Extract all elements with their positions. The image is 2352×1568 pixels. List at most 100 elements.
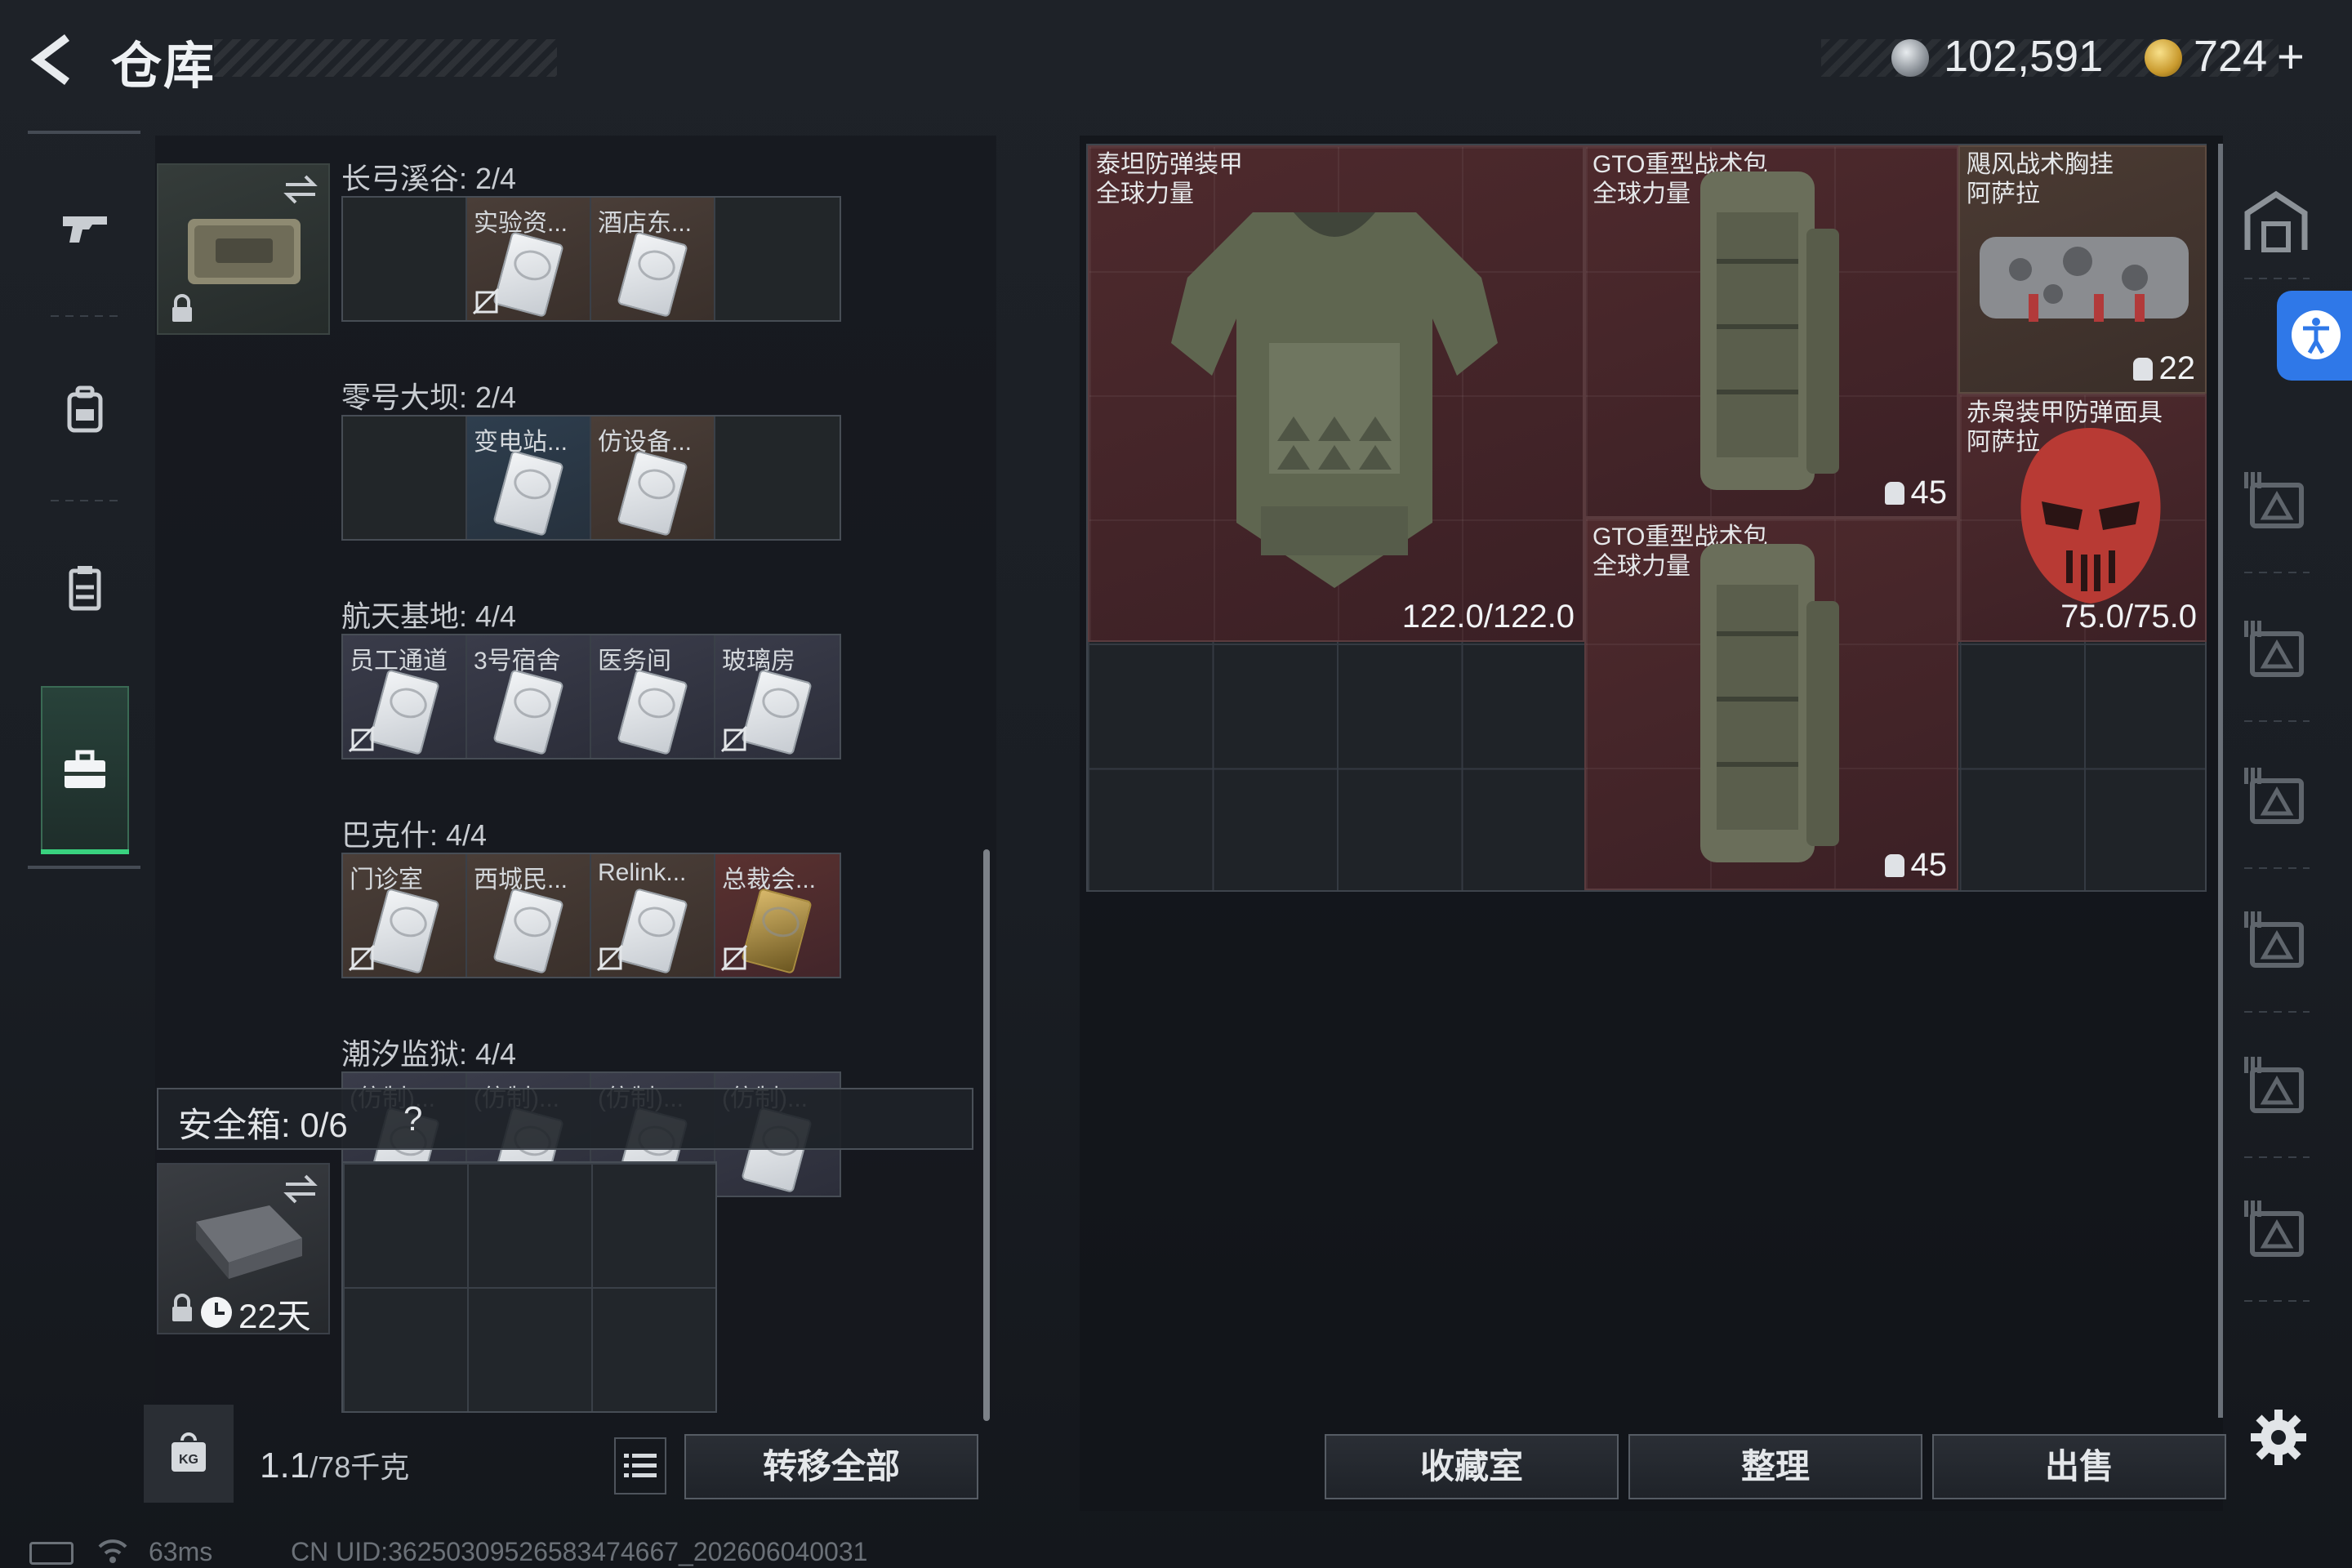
- transfer-all-button[interactable]: 转移全部: [684, 1434, 978, 1499]
- chest-rig-icon: [1980, 237, 2189, 322]
- key-case-container[interactable]: [157, 163, 330, 335]
- key-section-label: 航天基地: 4/4: [341, 599, 517, 633]
- accessibility-button[interactable]: [2277, 291, 2352, 381]
- key-section-label: 巴克什: 4/4: [341, 818, 488, 852]
- empty-key-slot[interactable]: [715, 416, 840, 539]
- empty-key-slot[interactable]: [715, 198, 840, 320]
- key-card-slot[interactable]: 3号宿舍: [467, 635, 591, 758]
- key-card-slot[interactable]: 门诊室: [343, 854, 467, 977]
- nav-item-equipment[interactable]: [42, 368, 127, 452]
- safe-box-label: 安全箱: 0/6: [178, 1106, 348, 1144]
- key-section-grid: 员工通道 3号宿舍 医务间 玻璃房: [341, 634, 841, 760]
- storage-tier-4-tab-icon[interactable]: [2239, 1194, 2313, 1267]
- weight-icon: KG: [172, 1432, 206, 1472]
- weight-unit: /78千克: [310, 1450, 410, 1484]
- battery-icon: [29, 1542, 74, 1565]
- key-card-slot[interactable]: 总裁会...: [715, 854, 840, 977]
- stash-item-chest-rig[interactable]: 飓风战术胸挂 阿萨拉 22: [1958, 145, 2207, 394]
- settings-gear-icon[interactable]: [2249, 1408, 2308, 1467]
- key-card-icon: [617, 231, 688, 318]
- safe-box-grid[interactable]: [341, 1161, 717, 1413]
- add-currency-button[interactable]: +: [2277, 29, 2305, 84]
- title-decoration: [214, 39, 557, 77]
- item-name: 飓风战术胸挂 阿萨拉: [1967, 151, 2114, 207]
- sort-button[interactable]: 整理: [1628, 1434, 1922, 1499]
- key-card-slot[interactable]: 酒店东...: [591, 198, 715, 320]
- key-card-slot[interactable]: 医务间: [591, 635, 715, 758]
- key-card-name: 门诊室: [350, 866, 423, 893]
- stash-item-backpack-2[interactable]: GTO重型战术包 全球力量 45: [1584, 518, 1958, 890]
- collection-room-button[interactable]: 收藏室: [1325, 1434, 1619, 1499]
- key-section-grid: 变电站... 仿设备...: [341, 415, 841, 541]
- key-card-name: 变电站...: [474, 429, 568, 456]
- backpack-tier-3-tab-icon[interactable]: [2239, 466, 2313, 539]
- chest-rig-small-icon: [2132, 357, 2153, 381]
- rail-separator: [2244, 572, 2310, 573]
- safe-box-help-button[interactable]: ?: [403, 1099, 422, 1138]
- key-card-slot[interactable]: Relink...: [591, 854, 715, 977]
- weight-readout: 1.1/78千克: [260, 1444, 409, 1486]
- key-card-slot[interactable]: 西城民...: [467, 854, 591, 977]
- network-ping: 63ms: [149, 1537, 213, 1566]
- no-drop-icon: [348, 725, 376, 753]
- key-section-grid: 实验资... 酒店东...: [341, 196, 841, 322]
- key-card-name: 西城民...: [474, 866, 568, 893]
- key-card-name: 员工通道: [350, 648, 448, 675]
- stash-item-mask[interactable]: 赤枭装甲防弹面具 阿萨拉 75.0/75.0: [1958, 394, 2207, 642]
- no-drop-icon: [348, 944, 376, 972]
- key-card-name: 医务间: [598, 648, 671, 675]
- key-card-slot[interactable]: 员工通道: [343, 635, 467, 758]
- gun-icon: [63, 216, 107, 243]
- list-view-button[interactable]: [614, 1437, 666, 1494]
- key-card-slot[interactable]: 实验资...: [467, 198, 591, 320]
- silver-currency-amount: 102,591: [1944, 32, 2104, 81]
- svg-text:KG: KG: [179, 1453, 198, 1467]
- helmet-tier-3-tab-icon[interactable]: [2239, 761, 2313, 835]
- user-uid: CN UID:3625030952658347466​7_20260604003…: [291, 1537, 868, 1566]
- weapon-tier-5-tab-icon[interactable]: [2239, 1050, 2313, 1124]
- clipboard-icon: [69, 566, 101, 611]
- empty-key-slot[interactable]: [343, 416, 467, 539]
- key-card-icon: [617, 669, 688, 755]
- rail-separator: [2244, 278, 2310, 279]
- key-card-slot[interactable]: 变电站...: [467, 416, 591, 539]
- scrollbar[interactable]: [983, 849, 990, 1421]
- back-arrow-icon[interactable]: [24, 31, 82, 88]
- item-durability: 75.0/75.0: [2060, 599, 2197, 635]
- rail-separator: [2244, 720, 2310, 722]
- sell-button[interactable]: 出售: [1932, 1434, 2226, 1499]
- bag-icon: [1884, 481, 1904, 505]
- swap-icon[interactable]: [283, 173, 318, 206]
- nav-separator: [51, 315, 119, 317]
- key-card-icon: [492, 450, 564, 537]
- nav-active-indicator: [41, 849, 129, 854]
- body-armor-icon: [1171, 212, 1498, 588]
- key-card-slot[interactable]: 玻璃房: [715, 635, 840, 758]
- no-drop-icon: [472, 287, 500, 315]
- weight-panel: KG: [144, 1405, 234, 1503]
- backpack-icon: [1700, 172, 1839, 490]
- swap-icon[interactable]: [283, 1173, 318, 1205]
- key-card-slot[interactable]: 仿设备...: [591, 416, 715, 539]
- backpack-icon: [67, 385, 103, 433]
- storage-tab-icon[interactable]: [2239, 185, 2313, 258]
- toolbox-icon-wrap: [42, 728, 127, 813]
- no-drop-icon: [720, 944, 748, 972]
- accessibility-icon: [2292, 310, 2341, 359]
- key-card-name: 仿设备...: [598, 429, 693, 456]
- stash-item-backpack-1[interactable]: GTO重型战术包 全球力量 45: [1584, 145, 1958, 518]
- nav-bottom-line: [28, 866, 140, 869]
- clock-icon: [201, 1297, 232, 1328]
- rail-separator: [2244, 1011, 2310, 1013]
- capacity-value: 45: [1910, 474, 1948, 510]
- toolbox-icon: [65, 750, 105, 788]
- key-card-name: 实验资...: [474, 210, 568, 237]
- stash-item-body-armor[interactable]: 泰坦防弹装甲 全球力量 122.0/122.0: [1088, 145, 1584, 642]
- chest-rig-tier-3-tab-icon[interactable]: [2239, 614, 2313, 688]
- key-card-icon: [492, 888, 564, 974]
- nav-item-weapons[interactable]: [42, 185, 127, 270]
- armor-tier-3-tab-icon[interactable]: [2239, 905, 2313, 978]
- empty-key-slot[interactable]: [343, 198, 467, 320]
- nav-item-consumables[interactable]: [42, 546, 127, 630]
- item-capacity: 45: [1884, 474, 1948, 511]
